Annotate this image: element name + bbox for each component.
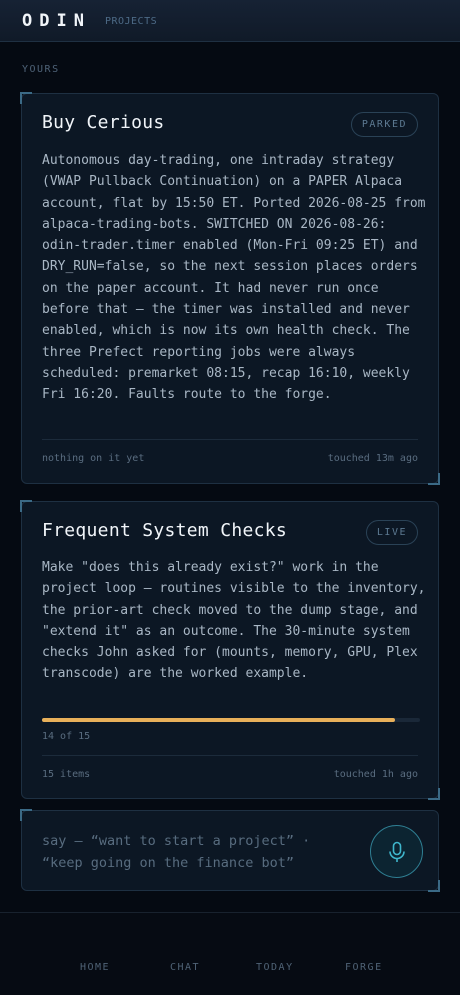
prompt-line: “keep going on the finance bot” bbox=[42, 855, 294, 871]
progress-bar bbox=[42, 718, 420, 722]
corner-accent bbox=[20, 500, 32, 512]
corner-accent bbox=[428, 473, 440, 485]
corner-accent bbox=[20, 92, 32, 104]
prompt-line: say — “want to start a project” · bbox=[42, 833, 311, 849]
nav-home[interactable]: HOME bbox=[80, 962, 110, 973]
touched-time: touched 1h ago bbox=[333, 769, 418, 780]
composer-prompt[interactable]: say — “want to start a project” · “keep … bbox=[42, 830, 310, 874]
bottom-nav: HOME CHAT TODAY FORGE bbox=[0, 912, 460, 995]
corner-accent bbox=[428, 788, 440, 800]
project-description: Make "does this already exist?" work in … bbox=[42, 560, 426, 682]
items-count: 15 items bbox=[42, 769, 91, 780]
corner-accent bbox=[428, 880, 440, 892]
project-title: Buy Cerious bbox=[42, 112, 165, 133]
nav-forge[interactable]: FORGE bbox=[345, 962, 383, 973]
card-divider bbox=[42, 755, 418, 756]
progress-label: 14 of 15 bbox=[42, 731, 91, 742]
project-card[interactable]: Buy Cerious PARKED Autonomous day-tradin… bbox=[20, 92, 440, 485]
mic-button[interactable] bbox=[370, 825, 423, 878]
app-header: ODIN PROJECTS bbox=[0, 0, 460, 42]
card-divider bbox=[42, 439, 418, 440]
progress-fill bbox=[42, 718, 395, 722]
status-badge: LIVE bbox=[365, 520, 418, 545]
microphone-icon bbox=[388, 841, 405, 862]
voice-composer[interactable]: say — “want to start a project” · “keep … bbox=[20, 809, 440, 892]
app-logo[interactable]: ODIN bbox=[22, 11, 91, 31]
corner-accent bbox=[20, 809, 32, 821]
section-label: PROJECTS bbox=[104, 16, 158, 27]
project-description: Autonomous day-trading, one intraday str… bbox=[42, 153, 426, 403]
nav-chat[interactable]: CHAT bbox=[170, 962, 200, 973]
status-badge: PARKED bbox=[350, 112, 418, 137]
items-count: nothing on it yet bbox=[42, 453, 145, 464]
touched-time: touched 13m ago bbox=[327, 453, 418, 464]
project-title: Frequent System Checks bbox=[42, 520, 288, 541]
project-card[interactable]: Frequent System Checks LIVE Make "does t… bbox=[20, 500, 440, 800]
list-heading: YOURS bbox=[22, 64, 60, 75]
nav-today[interactable]: TODAY bbox=[256, 962, 294, 973]
